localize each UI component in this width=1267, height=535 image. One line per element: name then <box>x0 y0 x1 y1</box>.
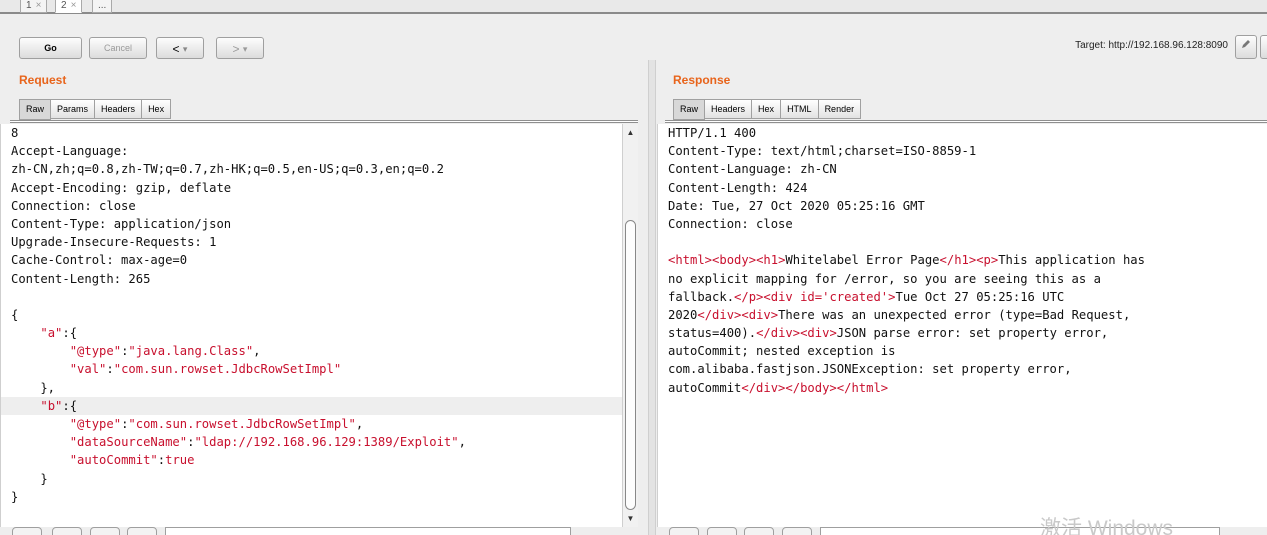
editor-line: "dataSourceName":"ldap://192.168.96.129:… <box>69 435 466 450</box>
tab-hex[interactable]: Hex <box>141 99 172 119</box>
response-title: Response <box>673 73 731 87</box>
editor-line: Content-Language: zh-CN <box>668 162 837 177</box>
tab-hex[interactable]: Hex <box>751 99 782 119</box>
pencil-icon <box>1242 40 1250 48</box>
scroll-up-icon[interactable]: ▲ <box>623 126 638 140</box>
editor-line: "autoCommit":true <box>69 453 195 468</box>
windows-activation-watermark: 激活 Windows <box>1040 517 1174 535</box>
dropdown-arrow-icon[interactable]: ▾ <box>183 39 188 59</box>
request-editor[interactable]: 8 Accept-Language: zh-CN,zh;q=0.8,zh-TW;q=… <box>0 124 622 527</box>
tab-raw[interactable]: Raw <box>673 99 706 120</box>
editor-line: } <box>11 489 19 504</box>
editor-line: Content-Type: application/json <box>11 216 232 231</box>
editor-line: com.alibaba.fastjson.JSONException: set … <box>668 362 1072 377</box>
next-match-button[interactable] <box>782 527 812 535</box>
tab-html[interactable]: HTML <box>780 99 819 119</box>
help-button[interactable] <box>669 527 699 535</box>
request-title: Request <box>19 73 67 87</box>
editor-line: Connection: close <box>11 198 136 213</box>
request-search-bar <box>0 527 640 535</box>
previous-match-button[interactable] <box>90 527 120 535</box>
editor-line: "@type":"com.sun.rowset.JdbcRowSetImpl", <box>69 417 364 431</box>
dropdown-arrow-icon[interactable]: ▾ <box>243 39 248 59</box>
tab-headers[interactable]: Headers <box>704 99 753 119</box>
back-button[interactable]: < ▾ <box>156 37 204 59</box>
editor-line: Connection: close <box>668 216 793 231</box>
settings-button[interactable] <box>707 527 737 535</box>
editor-line: Content-Length: 265 <box>11 271 151 286</box>
editor-line: no explicit mapping for /error, so you a… <box>668 271 1101 286</box>
tab-raw[interactable]: Raw <box>19 99 52 120</box>
request-scrollbar[interactable]: ▲ ▼ <box>622 124 638 527</box>
editor-line: fallback.</p><div id='created'>Tue Oct 2… <box>668 289 1065 304</box>
chevron-right-icon: > <box>232 41 240 56</box>
forward-button[interactable]: > ▾ <box>216 37 264 59</box>
editor-line: Content-Type: text/html;charset=ISO-8859… <box>668 144 977 159</box>
help-button[interactable] <box>1260 35 1267 59</box>
editor-line: "a":{ <box>40 326 78 341</box>
help-button[interactable] <box>12 527 42 535</box>
editor-line: Accept-Language: <box>11 144 129 159</box>
request-tab-divider <box>10 120 638 123</box>
new-tab-button[interactable]: ... <box>92 0 113 13</box>
editor-line: "@type":"java.lang.Class", <box>69 344 261 359</box>
tab-label: ... <box>98 0 107 11</box>
editor-line: "val":"com.sun.rowset.JdbcRowSetImpl" <box>69 362 342 377</box>
response-tab-divider <box>665 120 1267 123</box>
response-search-bar <box>657 527 1267 535</box>
tab-label: 2 <box>61 0 67 11</box>
settings-button[interactable] <box>52 527 82 535</box>
editor-line: } <box>11 471 48 486</box>
editor-line: <html><body><h1>Whitelabel Error Page</h… <box>668 253 1145 268</box>
editor-line: 2020</div><div>There was an unexpected e… <box>668 307 1131 322</box>
editor-line: 8 <box>11 126 19 140</box>
go-button[interactable]: Go <box>19 37 82 59</box>
editor-line: { <box>11 307 19 322</box>
editor-line: Accept-Encoding: gzip, deflate <box>11 180 232 195</box>
close-icon[interactable]: × <box>71 0 77 11</box>
tab-params[interactable]: Params <box>50 99 96 119</box>
tab-label: 1 <box>26 0 32 11</box>
response-editor[interactable]: HTTP/1.1 400 Content-Type: text/html;char… <box>657 124 1267 527</box>
editor-line: Content-Length: 424 <box>668 180 808 195</box>
editor-line: autoCommit</div></body></html> <box>668 380 889 395</box>
editor-line: HTTP/1.1 400 <box>668 126 757 140</box>
editor-line: Cache-Control: max-age=0 <box>11 253 188 268</box>
edit-target-button[interactable] <box>1235 35 1257 59</box>
repeater-tab-strip: 1 × 2 × ... <box>0 0 1267 14</box>
editor-line: Upgrade-Insecure-Requests: 1 <box>11 235 217 250</box>
split-pane-divider[interactable] <box>648 60 656 535</box>
tab-headers[interactable]: Headers <box>94 99 143 119</box>
chevron-left-icon: < <box>172 41 180 56</box>
cancel-button[interactable]: Cancel <box>89 37 147 59</box>
editor-line: status=400).</div><div>JSON parse error:… <box>668 326 1109 341</box>
editor-line: zh-CN,zh;q=0.8,zh-TW;q=0.7,zh-HK;q=0.5,e… <box>11 162 444 177</box>
scroll-down-icon[interactable]: ▼ <box>623 512 638 526</box>
editor-line: Date: Tue, 27 Oct 2020 05:25:16 GMT <box>668 198 925 213</box>
previous-match-button[interactable] <box>744 527 774 535</box>
repeater-tab-2[interactable]: 2 × <box>55 0 83 13</box>
editor-line: autoCommit; nested exception is <box>668 344 896 359</box>
close-icon[interactable]: × <box>36 0 42 11</box>
tab-render[interactable]: Render <box>817 99 862 119</box>
editor-line: }, <box>11 380 56 395</box>
repeater-tab-1[interactable]: 1 × <box>20 0 48 13</box>
response-tabs: Raw Headers Hex HTML Render <box>673 99 862 121</box>
target-label: Target: http://192.168.96.128:8090 <box>1075 40 1228 51</box>
scroll-thumb[interactable] <box>625 220 636 510</box>
next-match-button[interactable] <box>127 527 157 535</box>
request-tabs: Raw Params Headers Hex <box>19 99 172 121</box>
search-input[interactable] <box>165 527 571 535</box>
editor-line: "b":{ <box>1 396 622 415</box>
